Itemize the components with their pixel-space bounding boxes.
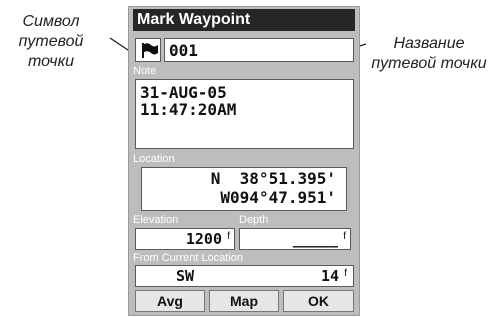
waypoint-name-field[interactable]: 001 (164, 38, 354, 62)
callout-left-line2: путевой (18, 33, 84, 50)
note-label: Note (133, 65, 157, 77)
from-current-location-field: SW 14 f (135, 265, 354, 287)
callout-left-line3: точки (27, 53, 75, 70)
location-field[interactable]: N 38°51.395' W094°47.951' (141, 167, 347, 211)
depth-value: _____ (292, 230, 338, 248)
callout-right-line1: Название (393, 35, 465, 52)
note-field[interactable]: 31-AUG-05 11:47:20AM (135, 79, 354, 149)
from-current-location-label: From Current Location (133, 252, 244, 264)
flag-icon (142, 43, 158, 58)
distance-value: 14 (320, 267, 339, 285)
elevation-value: 1200 (185, 230, 222, 248)
location-longitude: W094°47.951' (220, 188, 336, 207)
map-button[interactable]: Map (209, 290, 279, 312)
location-label: Location (133, 153, 175, 165)
callout-waypoint-symbol: Символ путевой точки (6, 12, 96, 72)
depth-field[interactable]: _____ f (239, 228, 351, 250)
elevation-unit: f (227, 231, 230, 242)
waypoint-symbol-button[interactable] (135, 38, 161, 62)
avg-button[interactable]: Avg (135, 290, 205, 312)
location-latitude: N 38°51.395' (210, 169, 336, 188)
elevation-label: Elevation (133, 214, 179, 226)
gps-screen: Mark Waypoint 001 Note 31-AUG-05 11:47:2… (128, 6, 360, 316)
note-line-time: 11:47:20AM (140, 100, 237, 119)
waypoint-name-value: 001 (169, 41, 198, 60)
distance-unit: f (344, 268, 347, 279)
bearing-value: SW (176, 267, 195, 285)
ok-button[interactable]: OK (283, 290, 354, 312)
callout-left-line1: Символ (22, 13, 80, 30)
callout-right-line2: путевой точки (371, 55, 487, 72)
elevation-field[interactable]: 1200 f (135, 228, 235, 250)
screen-title: Mark Waypoint (133, 9, 355, 31)
depth-label: Depth (239, 214, 269, 226)
depth-unit: f (343, 231, 346, 242)
callout-waypoint-name: Название путевой точки (370, 34, 488, 74)
